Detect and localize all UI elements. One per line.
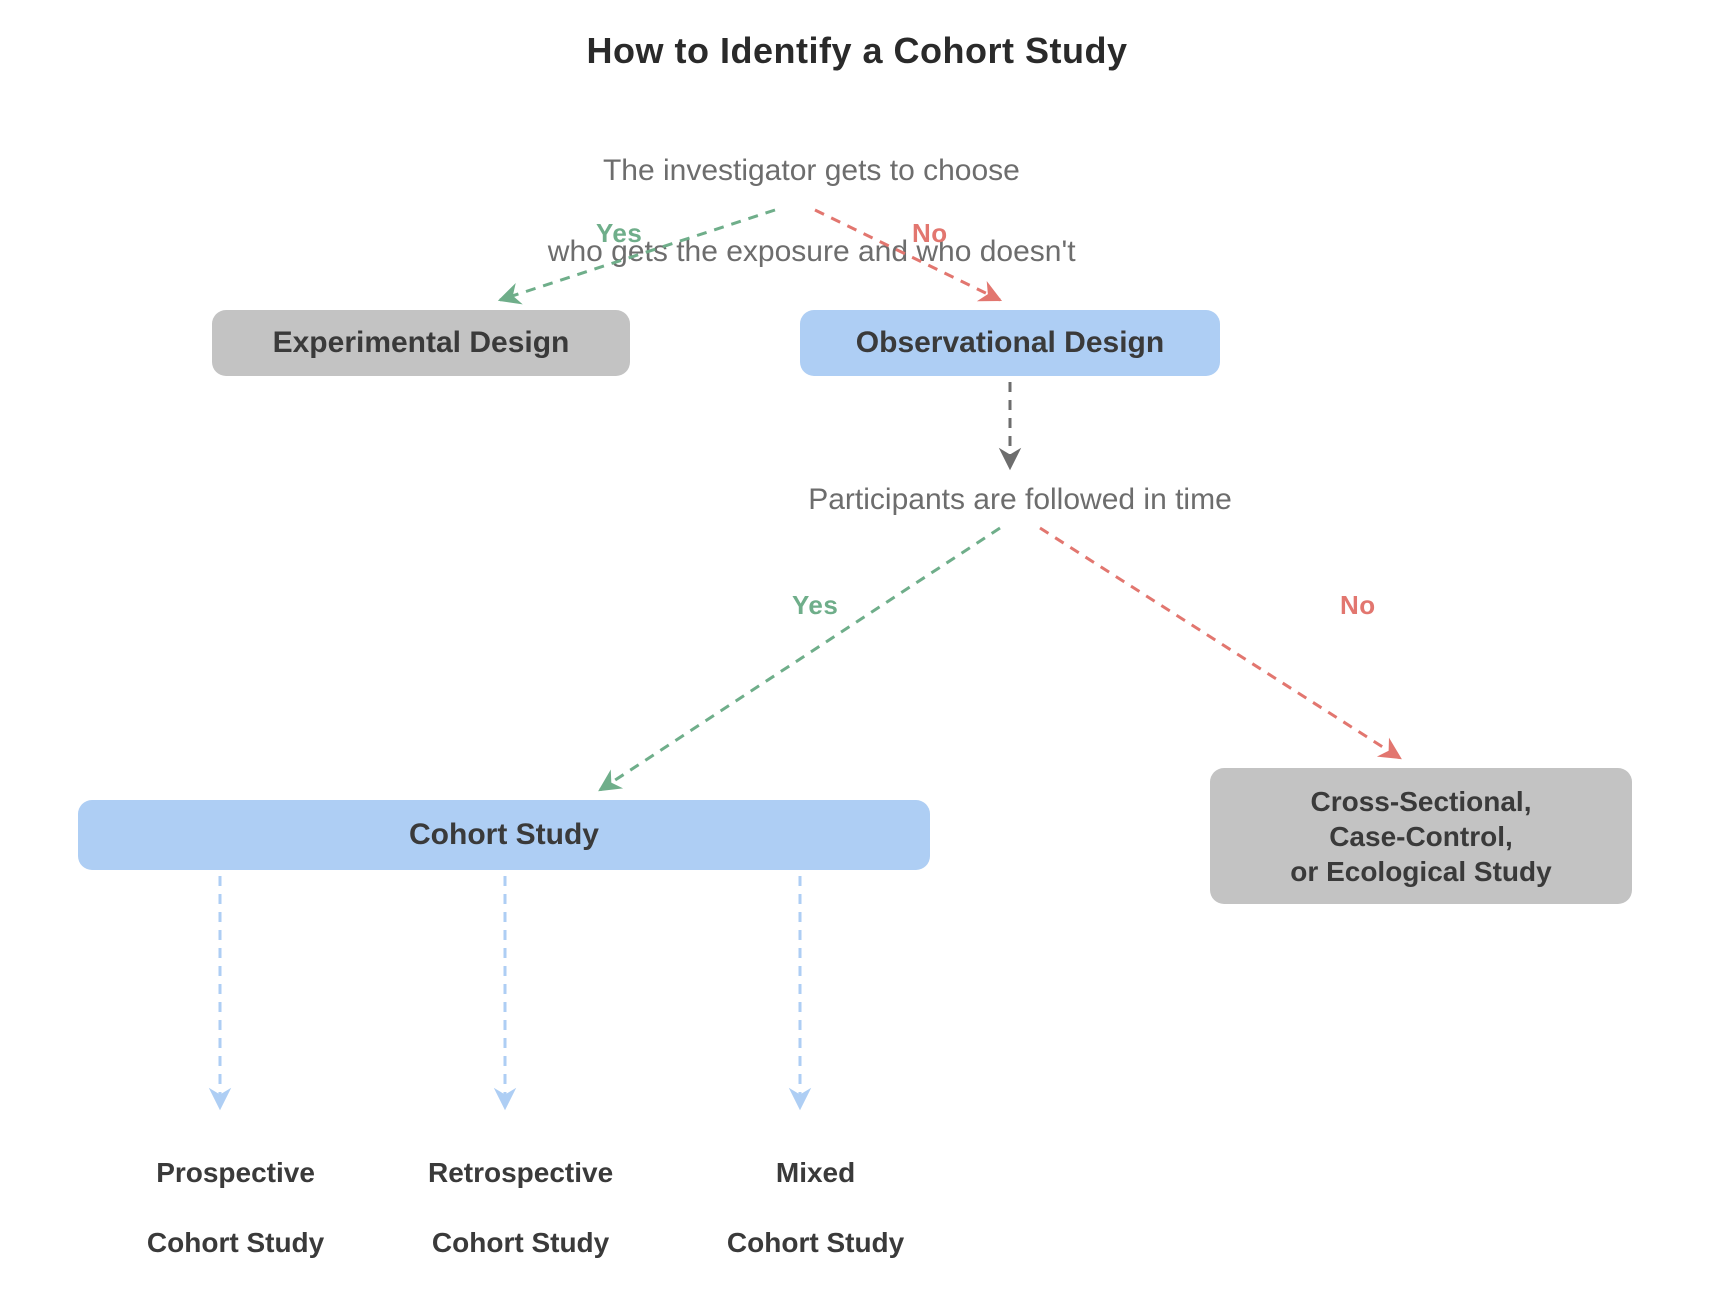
leaf-retrospective-l1: Retrospective: [428, 1157, 613, 1188]
cross-line-3: or Ecological Study: [1290, 856, 1551, 887]
leaf-retrospective: Retrospective Cohort Study: [370, 1120, 640, 1295]
node-cohort-label: Cohort Study: [409, 816, 599, 854]
question-2: Participants are followed in time: [740, 480, 1300, 521]
arrow-q2-no: [1040, 528, 1400, 758]
leaf-mixed: Mixed Cohort Study: [680, 1120, 920, 1295]
arrow-q2-yes: [600, 528, 1000, 790]
leaf-prospective-l2: Cohort Study: [147, 1227, 324, 1258]
question-1-line-1: The investigator gets to choose: [603, 154, 1020, 187]
leaf-retrospective-l2: Cohort Study: [432, 1227, 609, 1258]
diagram-title: How to Identify a Cohort Study: [0, 30, 1714, 72]
leaf-prospective: Prospective Cohort Study: [100, 1120, 340, 1295]
leaf-mixed-l1: Mixed: [776, 1157, 855, 1188]
q2-yes-label: Yes: [792, 590, 838, 621]
node-observational-label: Observational Design: [856, 324, 1164, 362]
node-cohort: Cohort Study: [78, 800, 930, 870]
diagram-stage: How to Identify a Cohort Study The inves…: [0, 0, 1714, 1261]
leaf-prospective-l1: Prospective: [156, 1157, 315, 1188]
cross-line-1: Cross-Sectional,: [1311, 786, 1532, 817]
cross-line-2: Case-Control,: [1329, 821, 1513, 852]
question-1: The investigator gets to choose who gets…: [400, 110, 1190, 313]
node-cross-sectional: Cross-Sectional, Case-Control, or Ecolog…: [1210, 768, 1632, 904]
node-observational: Observational Design: [800, 310, 1220, 376]
node-experimental: Experimental Design: [212, 310, 630, 376]
leaf-mixed-l2: Cohort Study: [727, 1227, 904, 1258]
q2-no-label: No: [1340, 590, 1376, 621]
node-cross-sectional-text: Cross-Sectional, Case-Control, or Ecolog…: [1290, 784, 1551, 889]
q1-yes-label: Yes: [596, 218, 642, 249]
q1-no-label: No: [912, 218, 948, 249]
node-experimental-label: Experimental Design: [273, 324, 570, 362]
